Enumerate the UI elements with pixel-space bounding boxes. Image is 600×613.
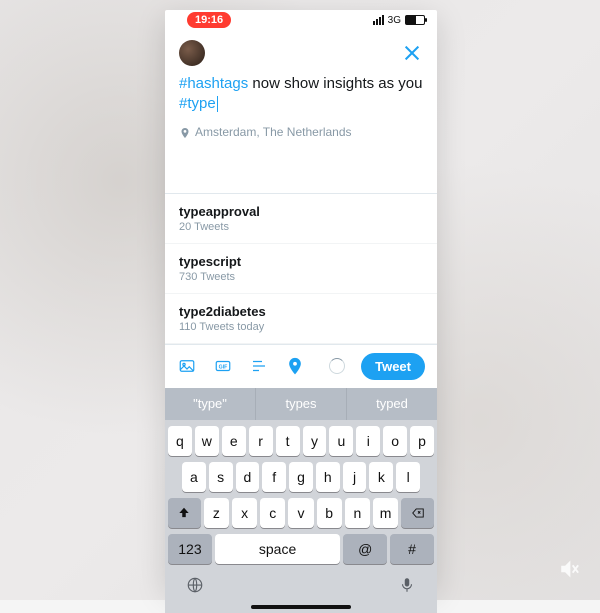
location-tag[interactable]: Amsterdam, The Netherlands — [179, 125, 423, 139]
char-count-spinner — [329, 358, 345, 374]
mic-icon[interactable] — [398, 576, 416, 599]
key-s[interactable]: s — [209, 462, 233, 492]
suggestion-item[interactable]: typeapproval 20 Tweets — [165, 194, 437, 244]
home-indicator[interactable] — [251, 605, 351, 609]
key-p[interactable]: p — [410, 426, 434, 456]
key-k[interactable]: k — [369, 462, 393, 492]
compose-header — [165, 30, 437, 74]
poll-icon[interactable] — [249, 356, 269, 376]
suggestion-item[interactable]: typescript 730 Tweets — [165, 244, 437, 294]
location-text: Amsterdam, The Netherlands — [195, 125, 352, 139]
key-y[interactable]: y — [303, 426, 327, 456]
key-n[interactable]: n — [345, 498, 370, 528]
key-j[interactable]: j — [343, 462, 367, 492]
recording-pill: 19:16 — [187, 12, 231, 28]
signal-icon — [373, 15, 384, 25]
key-v[interactable]: v — [288, 498, 313, 528]
compose-text[interactable]: #hashtags now show insights as you #type — [179, 74, 423, 115]
compose-toolbar: GIF Tweet — [165, 344, 437, 388]
avatar[interactable] — [179, 40, 205, 66]
key-d[interactable]: d — [236, 462, 260, 492]
status-bar: 19:16 3G — [165, 10, 437, 30]
close-icon[interactable] — [401, 42, 423, 64]
key-l[interactable]: l — [396, 462, 420, 492]
key-b[interactable]: b — [317, 498, 342, 528]
prediction[interactable]: types — [256, 388, 347, 420]
key-e[interactable]: e — [222, 426, 246, 456]
network-label: 3G — [388, 15, 401, 26]
svg-text:GIF: GIF — [219, 364, 229, 370]
battery-icon — [405, 15, 425, 25]
key-m[interactable]: m — [373, 498, 398, 528]
keyboard: qwertyuiop asdfghjkl zxcvbnm 123 space @… — [165, 420, 437, 613]
key-r[interactable]: r — [249, 426, 273, 456]
gif-icon[interactable]: GIF — [213, 356, 233, 376]
backspace-key[interactable] — [401, 498, 434, 528]
key-g[interactable]: g — [289, 462, 313, 492]
key-z[interactable]: z — [204, 498, 229, 528]
key-a[interactable]: a — [182, 462, 206, 492]
keyboard-predictions: "type" types typed — [165, 388, 437, 420]
key-row: qwertyuiop — [168, 426, 434, 456]
hashtag-typing: #type — [179, 95, 216, 112]
key-row: 123 space @ # — [168, 534, 434, 564]
key-c[interactable]: c — [260, 498, 285, 528]
globe-icon[interactable] — [186, 576, 204, 599]
key-w[interactable]: w — [195, 426, 219, 456]
space-key[interactable]: space — [215, 534, 340, 564]
prediction[interactable]: typed — [347, 388, 437, 420]
key-u[interactable]: u — [329, 426, 353, 456]
prediction[interactable]: "type" — [165, 388, 256, 420]
key-x[interactable]: x — [232, 498, 257, 528]
location-icon[interactable] — [285, 356, 305, 376]
keyboard-bottom — [168, 570, 434, 601]
key-o[interactable]: o — [383, 426, 407, 456]
text-cursor — [217, 96, 218, 112]
suggestion-item[interactable]: type2diabetes 110 Tweets today — [165, 294, 437, 344]
tweet-button[interactable]: Tweet — [361, 353, 425, 380]
hashtag: #hashtags — [179, 75, 248, 92]
image-icon[interactable] — [177, 356, 197, 376]
hash-key[interactable]: # — [390, 534, 434, 564]
key-h[interactable]: h — [316, 462, 340, 492]
hashtag-suggestions: typeapproval 20 Tweets typescript 730 Tw… — [165, 193, 437, 344]
shift-key[interactable] — [168, 498, 201, 528]
mute-icon[interactable] — [558, 558, 580, 580]
key-q[interactable]: q — [168, 426, 192, 456]
numbers-key[interactable]: 123 — [168, 534, 212, 564]
at-key[interactable]: @ — [343, 534, 387, 564]
key-row: zxcvbnm — [168, 498, 434, 528]
phone-frame: 19:16 3G #hashtags now show insights as … — [165, 10, 437, 588]
key-i[interactable]: i — [356, 426, 380, 456]
key-row: asdfghjkl — [168, 462, 434, 492]
key-t[interactable]: t — [276, 426, 300, 456]
compose-area[interactable]: #hashtags now show insights as you #type… — [165, 74, 437, 139]
location-pin-icon — [179, 127, 189, 137]
key-f[interactable]: f — [262, 462, 286, 492]
